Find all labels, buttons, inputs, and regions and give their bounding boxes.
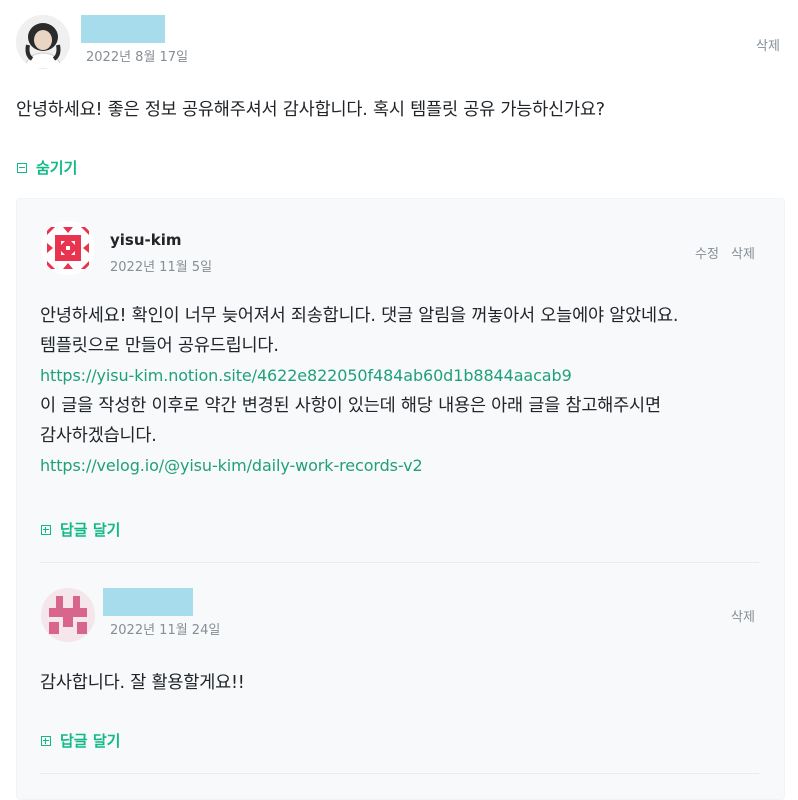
notion-template-link[interactable]: https://yisu-kim.notion.site/4622e822050… [40,361,770,391]
delete-button[interactable]: 삭제 [756,35,780,54]
reply-line: 템플릿으로 만들어 공유드립니다. [40,336,279,356]
comment-author-name[interactable] [81,15,165,43]
reply-body: 안녕하세요! 확인이 너무 늦어져서 죄송합니다. 댓글 알림을 꺼놓아서 오늘… [40,301,770,481]
plus-icon [41,524,51,535]
edit-button[interactable]: 수정 [695,243,719,262]
reply-date: 2022년 11월 5일 [110,260,213,275]
hide-replies-label: 숨기기 [36,159,78,177]
reply-author-name[interactable]: yisu-kim [110,231,182,249]
reply-author-name[interactable] [103,588,193,616]
user-photo-icon [16,15,70,69]
avatar[interactable] [16,15,70,69]
avatar[interactable] [41,221,95,275]
velog-post-link[interactable]: https://velog.io/@yisu-kim/daily-work-re… [40,451,770,481]
comment-body: 안녕하세요! 좋은 정보 공유해주셔서 감사합니다. 혹시 템플릿 공유 가능하… [16,100,605,120]
delete-button[interactable]: 삭제 [731,606,755,625]
collapse-icon [17,162,27,173]
reply-divider [40,773,759,774]
replies-panel [16,198,785,800]
delete-button[interactable]: 삭제 [731,243,755,262]
reply-button-label: 답글 달기 [60,732,121,750]
reply-line: 감사하겠습니다. [40,426,157,446]
reply-button-label: 답글 달기 [60,521,121,539]
identicon-icon [41,588,95,642]
reply-button[interactable]: 답글 달기 [41,519,120,540]
plus-icon [41,735,51,746]
avatar[interactable] [41,588,95,642]
identicon-icon [41,221,95,275]
reply-line: 이 글을 작성한 이후로 약간 변경된 사항이 있는데 해당 내용은 아래 글을… [40,396,661,416]
reply-date: 2022년 11월 24일 [110,623,221,638]
reply-line: 안녕하세요! 확인이 너무 늦어져서 죄송합니다. 댓글 알림을 꺼놓아서 오늘… [40,306,679,326]
comment-date: 2022년 8월 17일 [86,50,189,65]
reply-button[interactable]: 답글 달기 [41,730,120,751]
hide-replies-button[interactable]: 숨기기 [17,157,77,178]
reply-body: 감사합니다. 잘 활용할게요!! [40,673,245,693]
reply-divider [40,562,759,563]
